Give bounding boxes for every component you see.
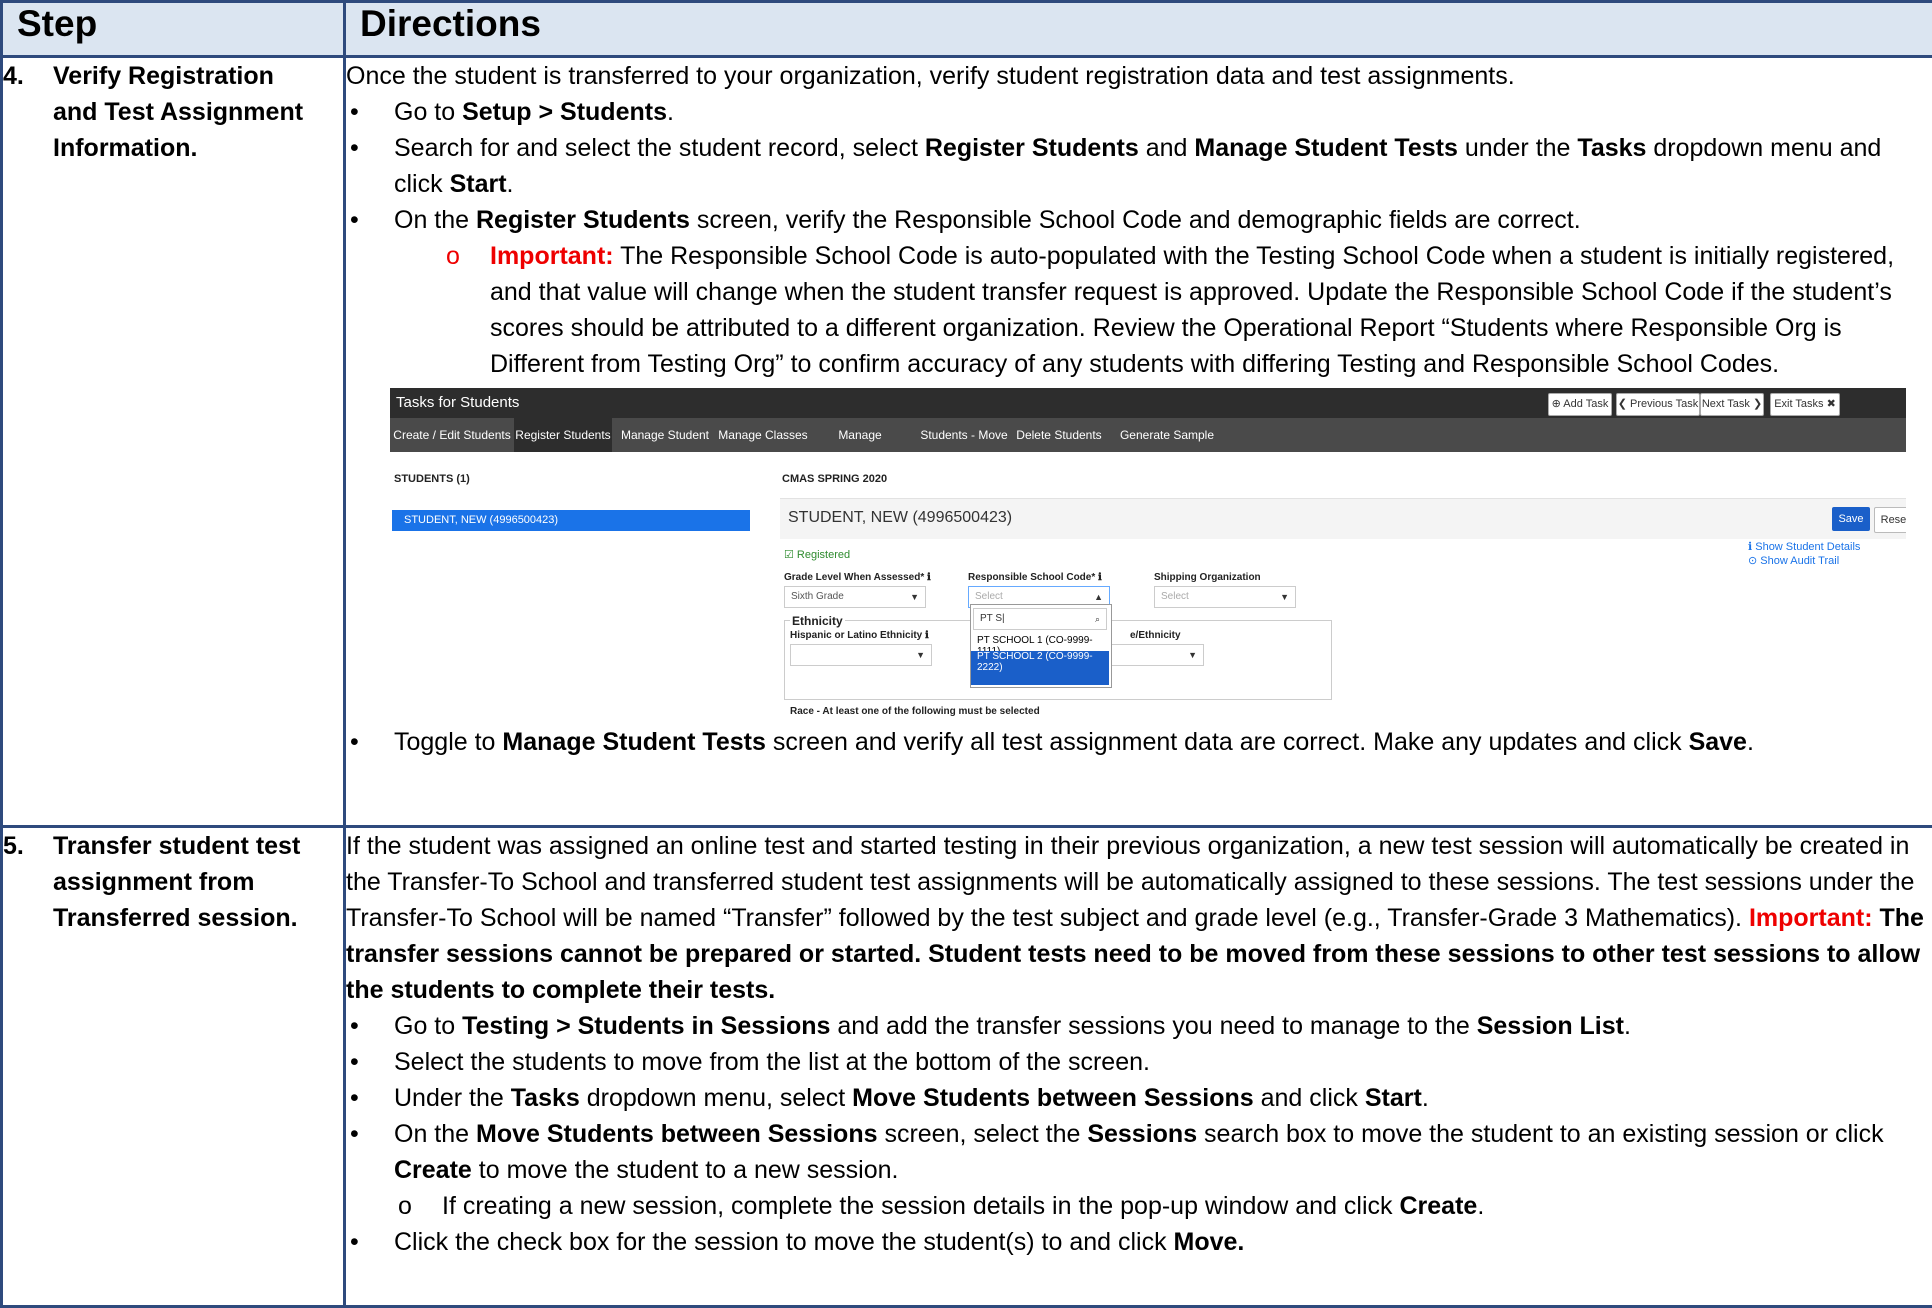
step-5-intro: If the student was assigned an online te…	[346, 828, 1932, 1008]
list-item: On the Register Students screen, verify …	[346, 202, 1932, 238]
document-page: Step Directions 4.Verify Registration an…	[0, 0, 1932, 1295]
list-item: Search for and select the student record…	[346, 130, 1932, 202]
sub-list-item: Important: The Responsible School Code i…	[346, 238, 1932, 382]
important-label: Important:	[490, 242, 614, 270]
shipping-select[interactable]: Select▼	[1154, 586, 1296, 608]
tab-students-move-test[interactable]: Students - Move Test	[912, 418, 1016, 452]
student-name: STUDENT, NEW (4996500423)	[788, 509, 1012, 527]
add-task-button[interactable]: ⊕ Add Task	[1548, 393, 1612, 416]
task-tabs: Create / Edit Students Register Students…	[390, 418, 1906, 452]
step-4-cell: 4.Verify Registration and Test Assignmen…	[2, 57, 345, 827]
tab-create-edit-students[interactable]: Create / Edit Students	[390, 418, 514, 452]
student-row[interactable]: STUDENT, NEW (4996500423)	[392, 510, 750, 531]
title-bar: Tasks for Students ⊕ Add Task ❮ Previous…	[390, 388, 1906, 418]
students-header: STUDENTS (1)	[394, 473, 470, 485]
steps-table: Step Directions 4.Verify Registration an…	[0, 0, 1932, 1308]
ethnicity-legend: Ethnicity	[790, 614, 845, 628]
school-search-input[interactable]: PT S|⌕	[973, 608, 1107, 630]
step-label: Verify Registration and Test Assignment …	[53, 58, 308, 166]
chevron-down-icon: ▼	[910, 587, 919, 607]
exit-tasks-button[interactable]: Exit Tasks ✖	[1770, 393, 1840, 416]
grade-label: Grade Level When Assessed* ℹ	[784, 572, 931, 583]
embedded-screenshot: Tasks for Students ⊕ Add Task ❮ Previous…	[390, 388, 1906, 718]
tab-manage-classes[interactable]: Manage Classes	[718, 418, 808, 452]
step-4-intro: Once the student is transferred to your …	[346, 58, 1932, 94]
race-label: e/Ethnicity	[1130, 630, 1181, 641]
list-item: Toggle to Manage Student Tests screen an…	[346, 724, 1932, 760]
list-item: Go to Setup > Students.	[346, 94, 1932, 130]
list-item: Click the check box for the session to m…	[346, 1224, 1932, 1260]
step-column-header: Step	[2, 2, 345, 57]
directions-column-header: Directions	[345, 2, 1932, 57]
list-item: Go to Testing > Students in Sessions and…	[346, 1008, 1932, 1044]
window-title: Tasks for Students	[396, 394, 519, 411]
show-audit-trail-link[interactable]: ⊙ Show Audit Trail	[1748, 554, 1839, 567]
chevron-down-icon: ▼	[1280, 587, 1289, 607]
list-item: Under the Tasks dropdown menu, select Mo…	[346, 1080, 1932, 1116]
race-select[interactable]: ▼	[1110, 644, 1204, 666]
responsible-school-label: Responsible School Code* ℹ	[968, 572, 1102, 583]
test-header: CMAS SPRING 2020	[782, 473, 887, 485]
tab-manage-student-tests[interactable]: Manage Student Tests	[612, 418, 718, 452]
table-row: 5.Transfer student test assignment from …	[2, 827, 1932, 1307]
table-row: 4.Verify Registration and Test Assignmen…	[2, 57, 1932, 827]
reset-button[interactable]: Reset	[1874, 507, 1906, 533]
tab-register-students[interactable]: Register Students	[514, 418, 612, 452]
chevron-down-icon: ▼	[916, 645, 925, 665]
sub-list-item: If creating a new session, complete the …	[346, 1188, 1932, 1224]
hispanic-label: Hispanic or Latino Ethnicity ℹ	[790, 630, 929, 641]
tab-delete-students[interactable]: Delete Students	[1016, 418, 1102, 452]
table-header-row: Step Directions	[2, 2, 1932, 57]
search-icon: ⌕	[1095, 609, 1100, 629]
student-panel: STUDENT, NEW (4996500423) Save Reset	[780, 498, 1906, 539]
tab-manage-enrollments[interactable]: Manage Enrollments	[808, 418, 912, 452]
school-dropdown: PT S|⌕ PT SCHOOL 1 (CO-9999-1111) PT SCH…	[970, 604, 1112, 688]
important-label: Important:	[1749, 904, 1873, 932]
chevron-down-icon: ▼	[1188, 645, 1197, 665]
registered-checkbox[interactable]: ☑ Registered	[784, 548, 850, 561]
hispanic-select[interactable]: ▼	[790, 644, 932, 666]
list-item: Select the students to move from the lis…	[346, 1044, 1932, 1080]
dropdown-option-selected[interactable]: PT SCHOOL 2 (CO-9999-2222)	[971, 651, 1109, 685]
step-5-directions: If the student was assigned an online te…	[345, 827, 1932, 1307]
save-button[interactable]: Save	[1832, 507, 1870, 531]
previous-task-button[interactable]: ❮ Previous Task	[1616, 393, 1700, 416]
grade-select[interactable]: Sixth Grade▼	[784, 586, 926, 608]
next-task-button[interactable]: Next Task ❯	[1700, 393, 1764, 416]
tab-generate-sample-students[interactable]: Generate Sample Students	[1102, 418, 1232, 452]
show-student-details-link[interactable]: ℹ Show Student Details	[1748, 540, 1860, 553]
step-4-directions: Once the student is transferred to your …	[345, 57, 1932, 827]
step-5-cell: 5.Transfer student test assignment from …	[2, 827, 345, 1307]
step-label: Transfer student test assignment from Tr…	[53, 828, 308, 936]
shipping-label: Shipping Organization	[1154, 572, 1261, 583]
registered-label: Registered	[797, 549, 850, 561]
step-number: 5.	[3, 828, 53, 864]
list-item: On the Move Students between Sessions sc…	[346, 1116, 1932, 1188]
race-instruction: Race - At least one of the following mus…	[790, 706, 1040, 717]
step-number: 4.	[3, 58, 53, 94]
